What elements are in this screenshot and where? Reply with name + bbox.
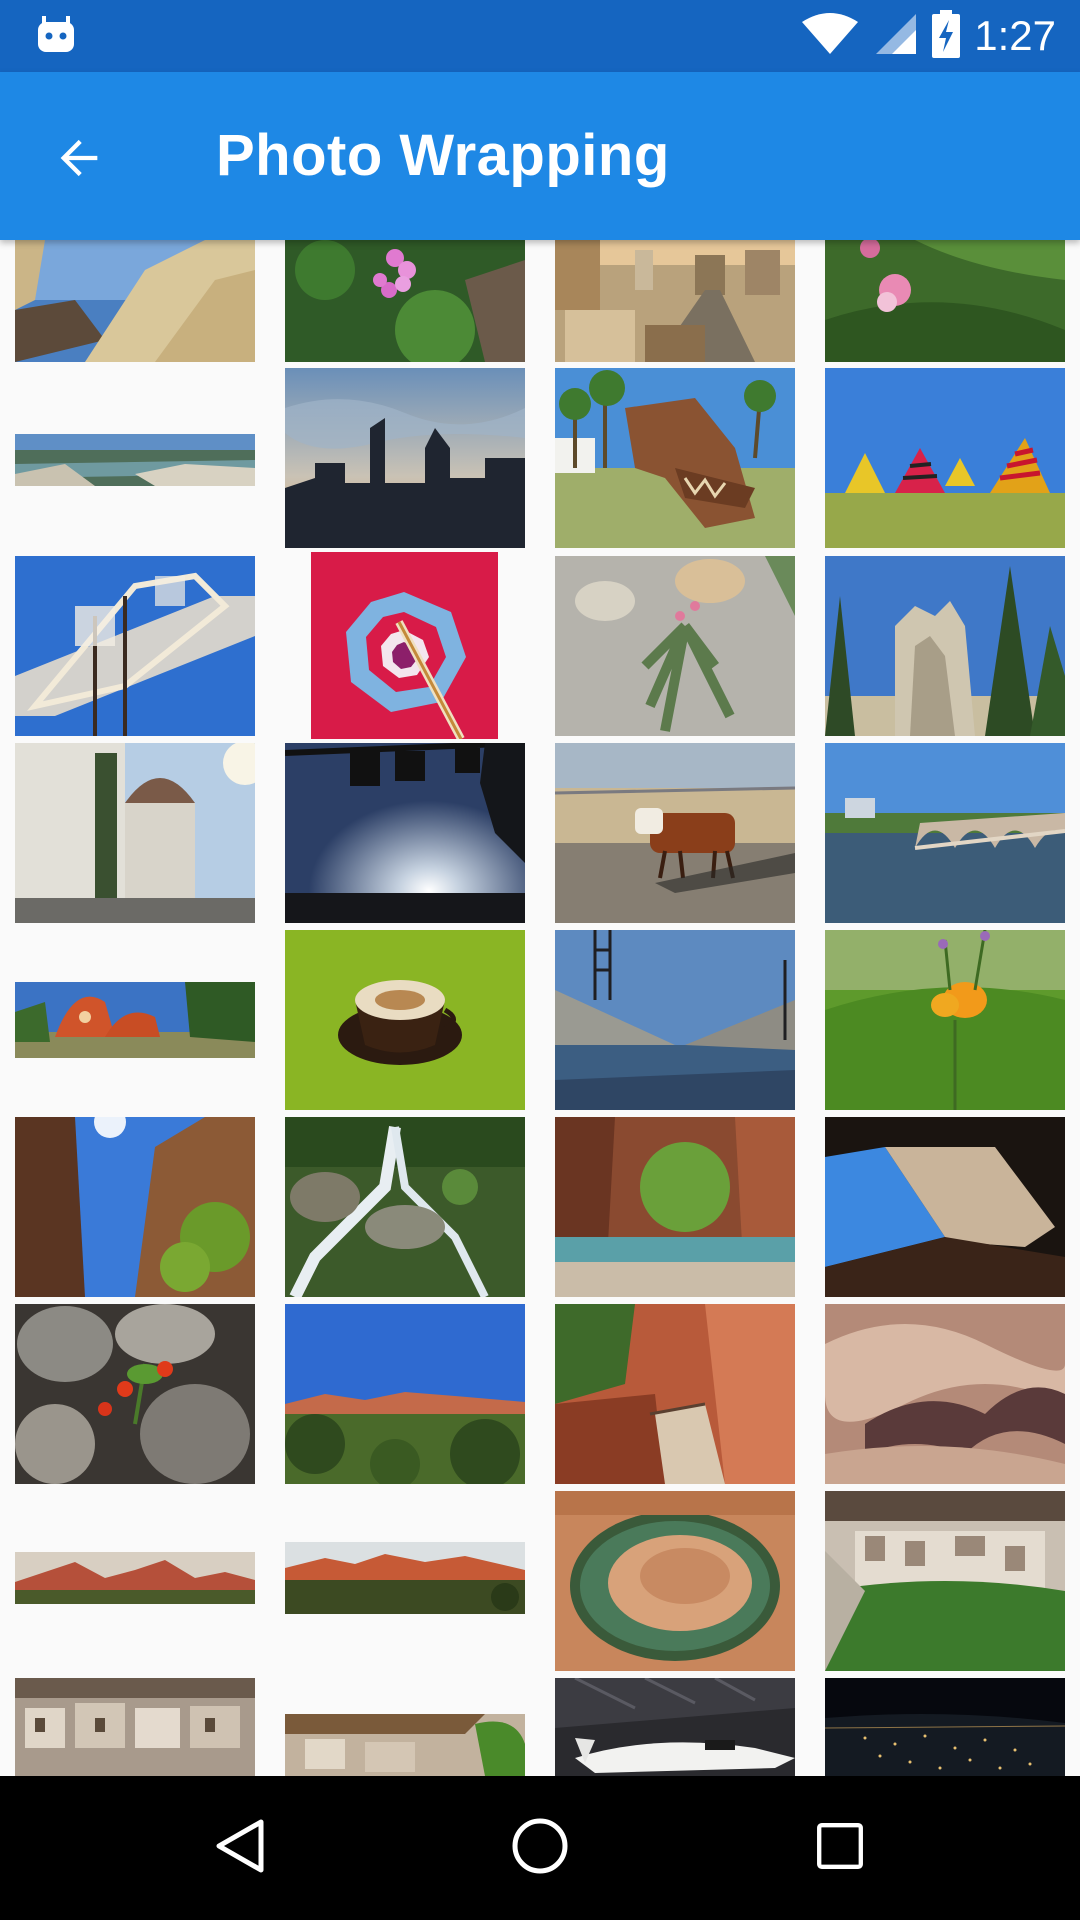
photo-tile[interactable]	[15, 240, 255, 362]
photo-tile[interactable]	[285, 1304, 525, 1484]
photo-tile[interactable]	[555, 1117, 795, 1297]
photo-tile[interactable]	[825, 930, 1065, 1110]
photo-tile[interactable]	[15, 1678, 255, 1776]
back-triangle-icon	[211, 1816, 271, 1881]
app-bar: Photo Wrapping	[0, 72, 1080, 240]
nav-home-button[interactable]	[490, 1798, 590, 1898]
photo-tile[interactable]	[555, 1304, 795, 1484]
photo-tile[interactable]	[825, 1304, 1065, 1484]
back-button[interactable]	[36, 116, 124, 204]
status-time: 1:27	[974, 12, 1056, 59]
page-title: Photo Wrapping	[216, 123, 670, 188]
photo-tile[interactable]	[285, 368, 525, 548]
photo-tile[interactable]	[285, 240, 525, 362]
signal-icon	[874, 12, 918, 61]
photo-grid	[0, 240, 1080, 1776]
photo-tile[interactable]	[285, 930, 525, 1110]
photo-tile[interactable]	[15, 982, 255, 1058]
battery-charging-icon	[932, 9, 961, 63]
photo-tile[interactable]	[825, 240, 1065, 362]
photo-tile[interactable]	[825, 556, 1065, 736]
photo-tile[interactable]	[15, 743, 255, 923]
photo-tile[interactable]	[311, 552, 498, 739]
nav-back-button[interactable]	[191, 1798, 291, 1898]
photo-tile[interactable]	[15, 1117, 255, 1297]
photo-tile[interactable]	[555, 240, 795, 362]
status-bar: 1:27	[0, 0, 1080, 72]
photo-tile[interactable]	[555, 930, 795, 1110]
recents-square-icon	[814, 1820, 866, 1877]
status-icons: 1:27	[800, 8, 1056, 64]
photo-tile[interactable]	[825, 368, 1065, 548]
navigation-bar	[0, 1776, 1080, 1920]
photo-tile[interactable]	[825, 1117, 1065, 1297]
photo-tile[interactable]	[825, 1491, 1065, 1671]
photo-tile[interactable]	[285, 1542, 525, 1614]
photo-tile[interactable]	[555, 1678, 795, 1776]
photo-tile[interactable]	[825, 1678, 1065, 1776]
photo-tile[interactable]	[555, 556, 795, 736]
photo-tile[interactable]	[15, 1552, 255, 1604]
photo-tile[interactable]	[15, 1304, 255, 1484]
android-notification-icon	[32, 12, 80, 60]
arrow-back-icon	[54, 132, 106, 189]
photo-tile[interactable]	[555, 743, 795, 923]
photo-tile[interactable]	[285, 1714, 525, 1776]
wifi-icon	[800, 12, 860, 61]
photo-tile[interactable]	[285, 1117, 525, 1297]
photo-tile[interactable]	[825, 743, 1065, 923]
photo-tile[interactable]	[15, 434, 255, 486]
photo-tile[interactable]	[555, 368, 795, 548]
photo-tile[interactable]	[15, 556, 255, 736]
photo-tile[interactable]	[555, 1491, 795, 1671]
home-circle-icon	[510, 1816, 570, 1881]
nav-recents-button[interactable]	[790, 1798, 890, 1898]
photo-tile[interactable]	[285, 743, 525, 923]
